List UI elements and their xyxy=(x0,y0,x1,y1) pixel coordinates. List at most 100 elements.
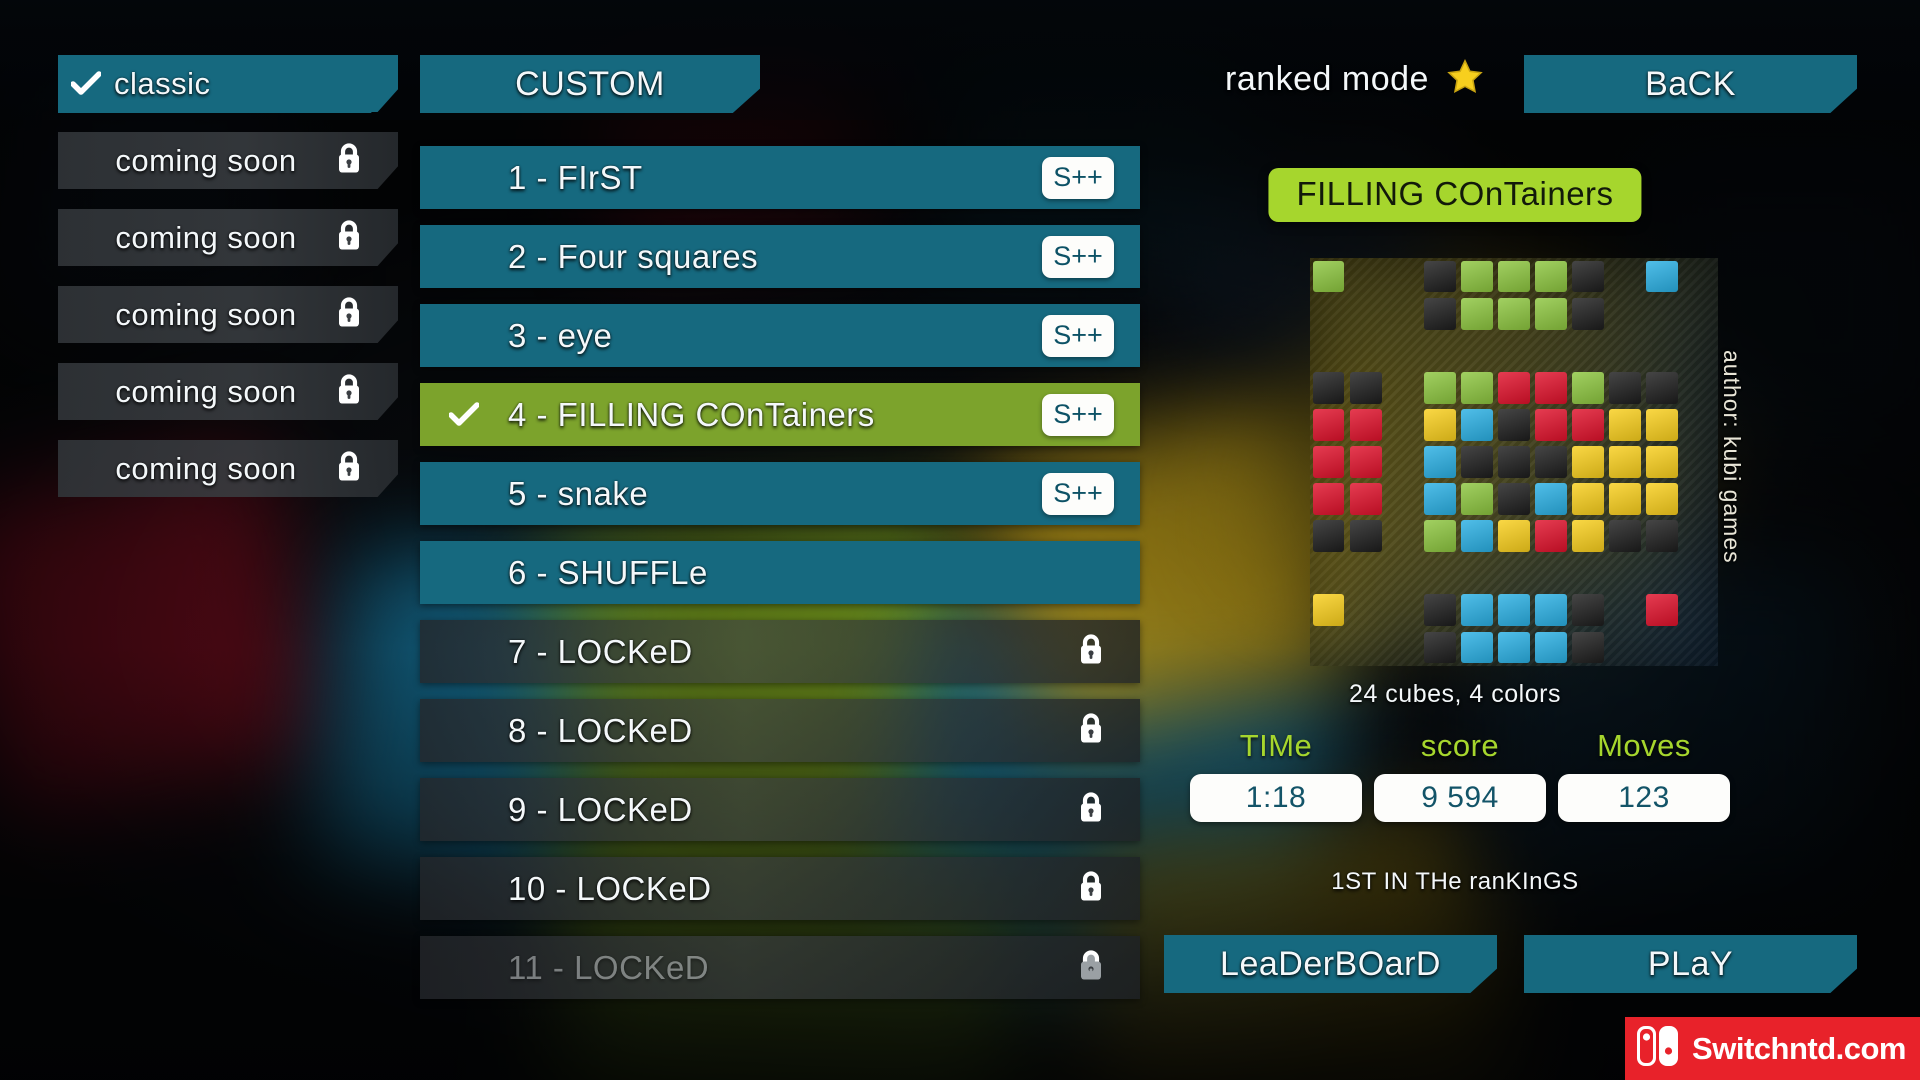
board-cell-g xyxy=(1498,297,1530,330)
lock-icon xyxy=(334,294,364,335)
level-row-label: 11 - LOCKeD xyxy=(508,948,710,986)
mode-row-classic[interactable]: classic xyxy=(58,55,398,112)
level-row-2[interactable]: 2 - Four squares S++ xyxy=(420,225,1140,288)
check-icon xyxy=(420,401,508,428)
tab-custom-label: CUSTOM xyxy=(515,64,665,103)
level-row-label: 3 - eye xyxy=(508,316,613,354)
play-button[interactable]: PLaY xyxy=(1524,935,1857,993)
level-row-7[interactable]: 7 - LOCKeD xyxy=(420,620,1140,683)
mode-row-coming-soon-2[interactable]: coming soon xyxy=(58,209,398,266)
board-cell-k xyxy=(1646,371,1679,404)
play-button-label: PLaY xyxy=(1647,944,1734,983)
leaderboard-button[interactable]: LeaDerBOarD xyxy=(1164,935,1497,993)
author-credit: author: kubi games xyxy=(1718,350,1745,564)
board-cell-g xyxy=(1460,483,1493,516)
board-cell-k xyxy=(1349,520,1382,553)
mode-row-coming-soon-5[interactable]: coming soon xyxy=(58,440,398,497)
board-cell-y xyxy=(1609,446,1642,478)
stat-moves: Moves 123 xyxy=(1558,728,1730,822)
stat-score-value: 9 594 xyxy=(1374,774,1546,822)
board-cell-k xyxy=(1498,483,1530,516)
board-caption: 24 cubes, 4 colors xyxy=(1349,680,1561,709)
board-cell-y xyxy=(1312,594,1345,627)
mode-row-label: coming soon xyxy=(115,219,297,255)
board-cell-k xyxy=(1572,260,1605,293)
level-row-3[interactable]: 3 - eye S++ xyxy=(420,304,1140,367)
board-cell-g xyxy=(1498,260,1530,293)
ranked-mode-label: ranked mode xyxy=(1225,60,1429,98)
rank-badge: S++ xyxy=(1042,235,1114,278)
board-cell-r xyxy=(1349,408,1382,441)
board-cell-y xyxy=(1498,520,1530,553)
tab-custom[interactable]: CUSTOM xyxy=(420,55,760,113)
level-row-8[interactable]: 8 - LOCKeD xyxy=(420,699,1140,762)
board-cell-r xyxy=(1498,371,1530,404)
board-cell-k xyxy=(1423,260,1456,293)
site-watermark: Switchntd.com xyxy=(1625,1017,1920,1080)
board-cell-g xyxy=(1535,260,1568,293)
board-cell-b xyxy=(1535,631,1568,664)
level-row-5[interactable]: 5 - snake S++ xyxy=(420,462,1140,525)
mode-list: classic coming soon coming soon coming soon… xyxy=(58,55,398,517)
board-cell-k xyxy=(1572,631,1605,664)
board-cell-b xyxy=(1498,631,1530,664)
stat-time: TIMe 1:18 xyxy=(1190,728,1362,822)
mode-row-coming-soon-4[interactable]: coming soon xyxy=(58,363,398,420)
board-cell-g xyxy=(1572,371,1605,404)
mode-row-label: coming soon xyxy=(115,142,297,178)
board-cell-b xyxy=(1423,483,1456,516)
back-button-label: BaCK xyxy=(1645,64,1736,103)
board-caption-label: 24 cubes, 4 colors xyxy=(1349,680,1561,708)
lock-icon xyxy=(1076,631,1106,672)
stat-score-caption: score xyxy=(1420,728,1500,763)
level-row-label: 7 - LOCKeD xyxy=(508,632,693,670)
board-cell-k xyxy=(1609,371,1642,404)
board-cell-k xyxy=(1498,408,1530,441)
game-screen: original classiccoming sooncoming soonco… xyxy=(0,0,1920,1080)
board-cell-y xyxy=(1572,520,1605,553)
board-cell-g xyxy=(1460,371,1493,404)
board-cell-r xyxy=(1572,408,1605,441)
back-button[interactable]: BaCK xyxy=(1524,55,1857,113)
board-cell-g xyxy=(1423,520,1456,553)
board-cell-r xyxy=(1535,408,1568,441)
lock-icon xyxy=(334,140,364,181)
board-cell-k xyxy=(1312,520,1345,553)
board-cell-g xyxy=(1312,260,1345,293)
level-row-6[interactable]: 6 - SHUFFLe xyxy=(420,541,1140,604)
board-cell-r xyxy=(1312,483,1345,516)
mode-row-coming-soon-3[interactable]: coming soon xyxy=(58,286,398,343)
board-cell-k xyxy=(1423,594,1456,627)
board-cell-k xyxy=(1423,297,1456,330)
ranked-mode-indicator: ranked mode xyxy=(1225,58,1485,101)
level-row-label: 1 - FIrST xyxy=(508,158,643,196)
board-cell-r xyxy=(1349,446,1382,478)
board-cell-k xyxy=(1646,520,1679,553)
stat-moves-value: 123 xyxy=(1558,774,1730,822)
level-row-9[interactable]: 9 - LOCKeD xyxy=(420,778,1140,841)
mode-row-label: coming soon xyxy=(115,450,297,486)
board-cell-k xyxy=(1572,297,1605,330)
level-row-4[interactable]: 4 - FILLING COnTainers S++ xyxy=(420,383,1140,446)
level-row-label: 4 - FILLING COnTainers xyxy=(508,395,875,433)
mode-row-label: coming soon xyxy=(115,296,297,332)
level-row-10[interactable]: 10 - LOCKeD xyxy=(420,857,1140,920)
board-cell-y xyxy=(1423,408,1456,441)
board-cell-k xyxy=(1349,371,1382,404)
level-title: FILLING COnTainers xyxy=(1296,175,1614,212)
lock-icon xyxy=(334,217,364,258)
board-cell-b xyxy=(1460,594,1493,627)
puzzle-board-preview xyxy=(1310,258,1718,666)
mode-row-coming-soon-1[interactable]: coming soon xyxy=(58,132,398,189)
level-row-label: 2 - Four squares xyxy=(508,237,759,275)
mode-row-label: classic xyxy=(114,65,211,101)
board-cell-y xyxy=(1572,483,1605,516)
board-cell-b xyxy=(1460,631,1493,664)
level-row-1[interactable]: 1 - FIrST S++ xyxy=(420,146,1140,209)
level-row-11[interactable]: 11 - LOCKeD xyxy=(420,936,1140,999)
board-cell-b xyxy=(1646,260,1679,293)
ranking-note: 1ST IN THe ranKInGS xyxy=(1331,868,1578,896)
rank-badge: S++ xyxy=(1042,472,1114,515)
board-cell-k xyxy=(1423,631,1456,664)
board-cell-y xyxy=(1646,483,1679,516)
